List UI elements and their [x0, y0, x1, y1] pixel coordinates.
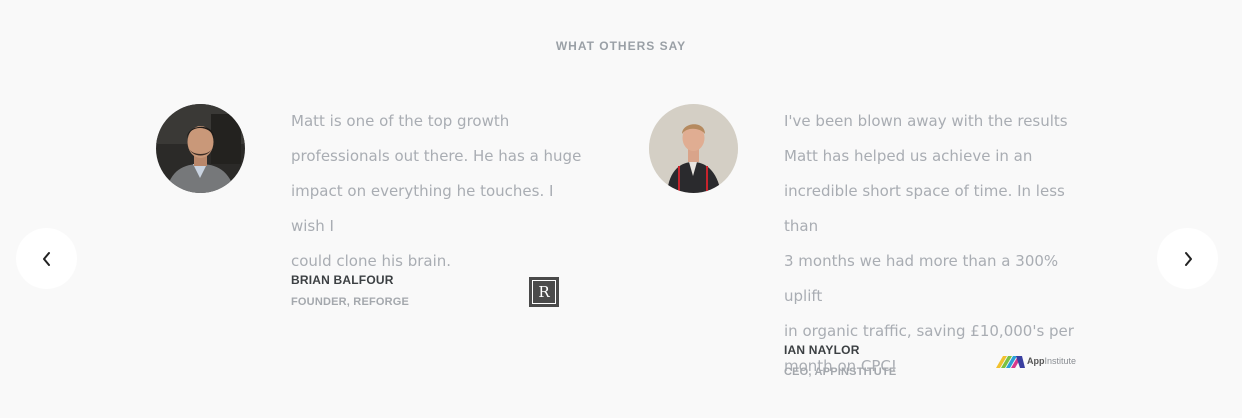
- appinstitute-logo: AppInstitute: [996, 352, 1076, 370]
- testimonial-author-name: BRIAN BALFOUR: [291, 273, 394, 287]
- previous-testimonial-button[interactable]: [16, 228, 77, 289]
- testimonial-author-name: IAN NAYLOR: [784, 343, 860, 357]
- avatar-brian-balfour: [156, 104, 245, 193]
- testimonial-quote: Matt is one of the top growth profession…: [291, 112, 582, 270]
- next-testimonial-button[interactable]: [1157, 228, 1218, 289]
- avatar-ian-naylor: [649, 104, 738, 193]
- reforge-logo: R: [529, 277, 559, 307]
- testimonial-author-role: FOUNDER, REFORGE: [291, 296, 410, 308]
- section-title: WHAT OTHERS SAY: [555, 39, 687, 53]
- chevron-right-icon: [1184, 251, 1192, 266]
- testimonial-quote: I've been blown away with the results Ma…: [784, 112, 1074, 375]
- chevron-left-icon: [42, 251, 50, 266]
- testimonial-author-role: CEO, APPINSTITUTE: [784, 366, 897, 378]
